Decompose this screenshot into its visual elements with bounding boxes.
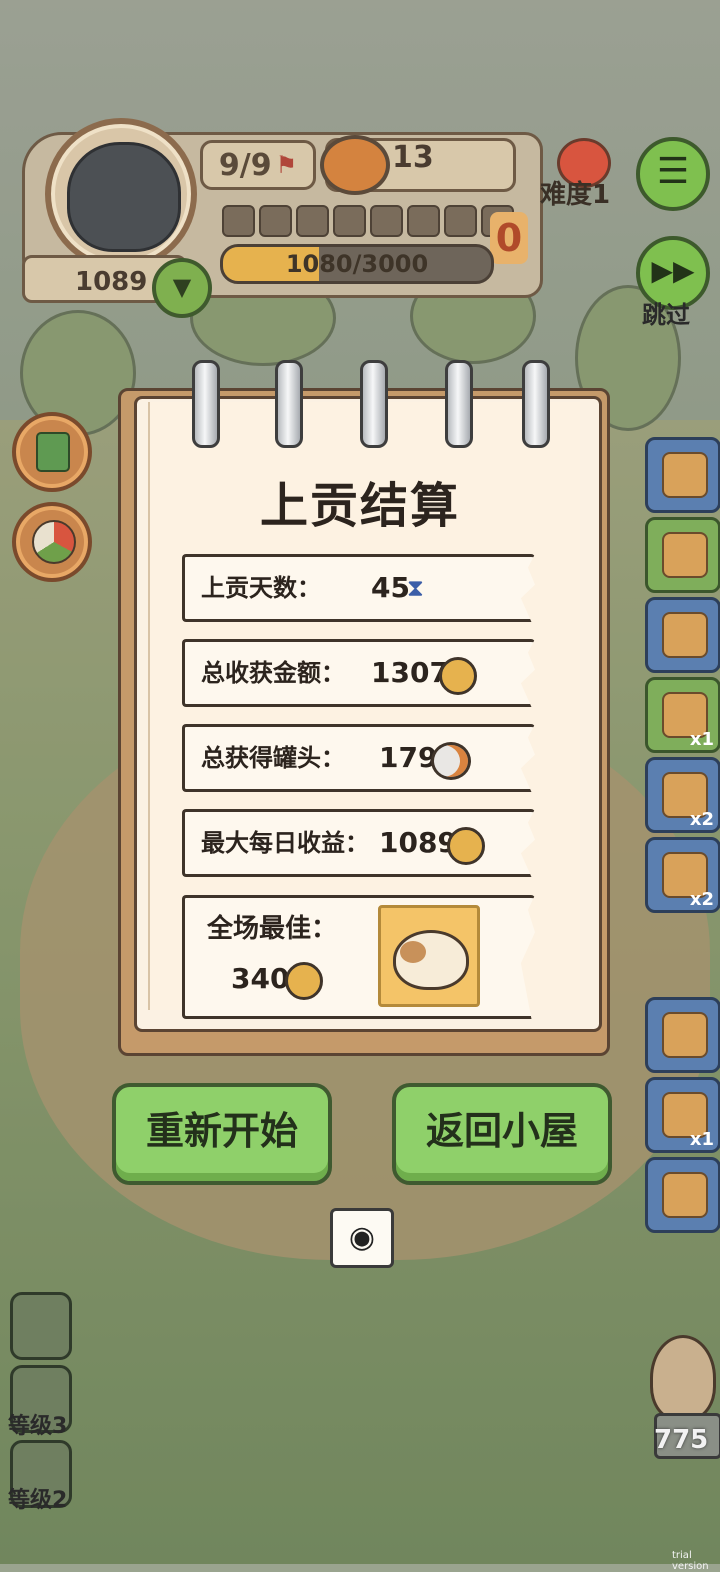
stat-value: 179 [379, 741, 438, 774]
card-item[interactable] [645, 997, 720, 1073]
mole-icon [650, 1335, 716, 1421]
binder-ring [522, 360, 550, 448]
best-label: 全场最佳： [207, 914, 338, 944]
ball-icon [32, 520, 76, 564]
binder-ring [275, 360, 303, 448]
stat-row-total-cans: 总获得罐头： 179 [182, 724, 535, 792]
mole-count: 775 [654, 1425, 709, 1455]
best-pet-card[interactable] [378, 905, 480, 1007]
cage-item[interactable] [645, 597, 720, 673]
stat-row-days: 上贡天数： 45 ⧗ [182, 554, 535, 622]
stat-label: 上贡天数： [201, 574, 321, 602]
flag-icon: ⚑ [275, 151, 298, 179]
hamster-spot [400, 941, 426, 963]
can-count: 13 [392, 140, 434, 175]
segment-bar [222, 205, 514, 237]
difficulty-label: 难度1 [540, 180, 611, 210]
card-icon [662, 1012, 708, 1058]
trophy-icon [662, 452, 708, 498]
menu-button[interactable]: ☰ [636, 137, 710, 211]
wind-up-toy-icon [662, 1172, 708, 1218]
eye-icon: ◉ [348, 1220, 376, 1255]
paw-coin-icon [285, 962, 323, 1000]
player-avatar[interactable] [45, 118, 197, 270]
segment [444, 205, 477, 237]
segment [370, 205, 403, 237]
eye-toggle-button[interactable]: ◉ [330, 1208, 394, 1268]
fast-forward-icon: ▶▶ [651, 254, 695, 287]
segment [333, 205, 366, 237]
trophy-item[interactable] [645, 437, 720, 513]
xp-progress-text: 1080/3000 [285, 250, 429, 278]
stat-value: 1089 [379, 826, 457, 859]
ticket-item[interactable] [645, 517, 720, 593]
shovel-item[interactable]: x2 [645, 837, 720, 913]
xp-progress-bar: 1080/3000 [220, 244, 494, 284]
ball-button[interactable] [12, 502, 92, 582]
stat-value: 45 [371, 571, 410, 604]
restart-button[interactable]: 重新开始 [112, 1083, 332, 1185]
flag-count: 9/9 [218, 147, 272, 183]
segment [296, 205, 329, 237]
paw-coin-icon [447, 827, 485, 865]
can-icon [320, 135, 390, 195]
back-home-button[interactable]: 返回小屋 [392, 1083, 612, 1185]
glove-item[interactable]: x2 [645, 757, 720, 833]
stat-label: 最大每日收益： [201, 829, 369, 857]
medkit-icon [36, 432, 70, 472]
menu-icon: ☰ [656, 151, 690, 192]
flag-counter: 9/9 ⚑ [200, 140, 316, 190]
stat-row-total-gold: 总收获金额： 1307 [182, 639, 535, 707]
stat-label: 总获得罐头： [201, 744, 345, 772]
can-icon [431, 742, 471, 780]
medkit-button[interactable] [12, 412, 92, 492]
zero-badge: 0 [490, 212, 528, 264]
item-count: x2 [689, 889, 714, 910]
mole-item[interactable]: x1 [645, 677, 720, 753]
stat-value: 1307 [371, 656, 449, 689]
best-value: 340 [231, 962, 290, 995]
watermark: trial version [672, 1550, 709, 1572]
wind-up-toy-item[interactable] [645, 1157, 720, 1233]
ticket-icon [662, 532, 708, 578]
segment [222, 205, 255, 237]
best-pet-row: 全场最佳： 340 [182, 895, 535, 1019]
coin-count: 1089 [75, 267, 148, 297]
item-count: x2 [689, 809, 714, 830]
skill-slot[interactable] [10, 1292, 72, 1360]
binder-ring [360, 360, 388, 448]
item-count: x1 [689, 1129, 714, 1150]
item-count: x1 [689, 729, 714, 750]
hourglass-icon: ⧗ [407, 574, 424, 602]
segment [407, 205, 440, 237]
segment [259, 205, 292, 237]
cat-avatar-icon [67, 142, 181, 252]
level-3-label: 等级3 [8, 1414, 68, 1439]
binder-ring [445, 360, 473, 448]
paw-coin-icon [439, 657, 477, 695]
skip-label: 跳过 [642, 301, 690, 329]
dialog-title: 上贡结算 [259, 478, 460, 534]
hamster-icon [393, 930, 469, 990]
level-2-label: 等级2 [8, 1488, 68, 1513]
cage-icon [662, 612, 708, 658]
heart-icon[interactable]: ▼ [152, 258, 212, 318]
stat-row-max-daily: 最大每日收益： 1089 [182, 809, 535, 877]
stat-label: 总收获金额： [201, 659, 345, 687]
binder-ring [192, 360, 220, 448]
peanut-item[interactable]: x1 [645, 1077, 720, 1153]
